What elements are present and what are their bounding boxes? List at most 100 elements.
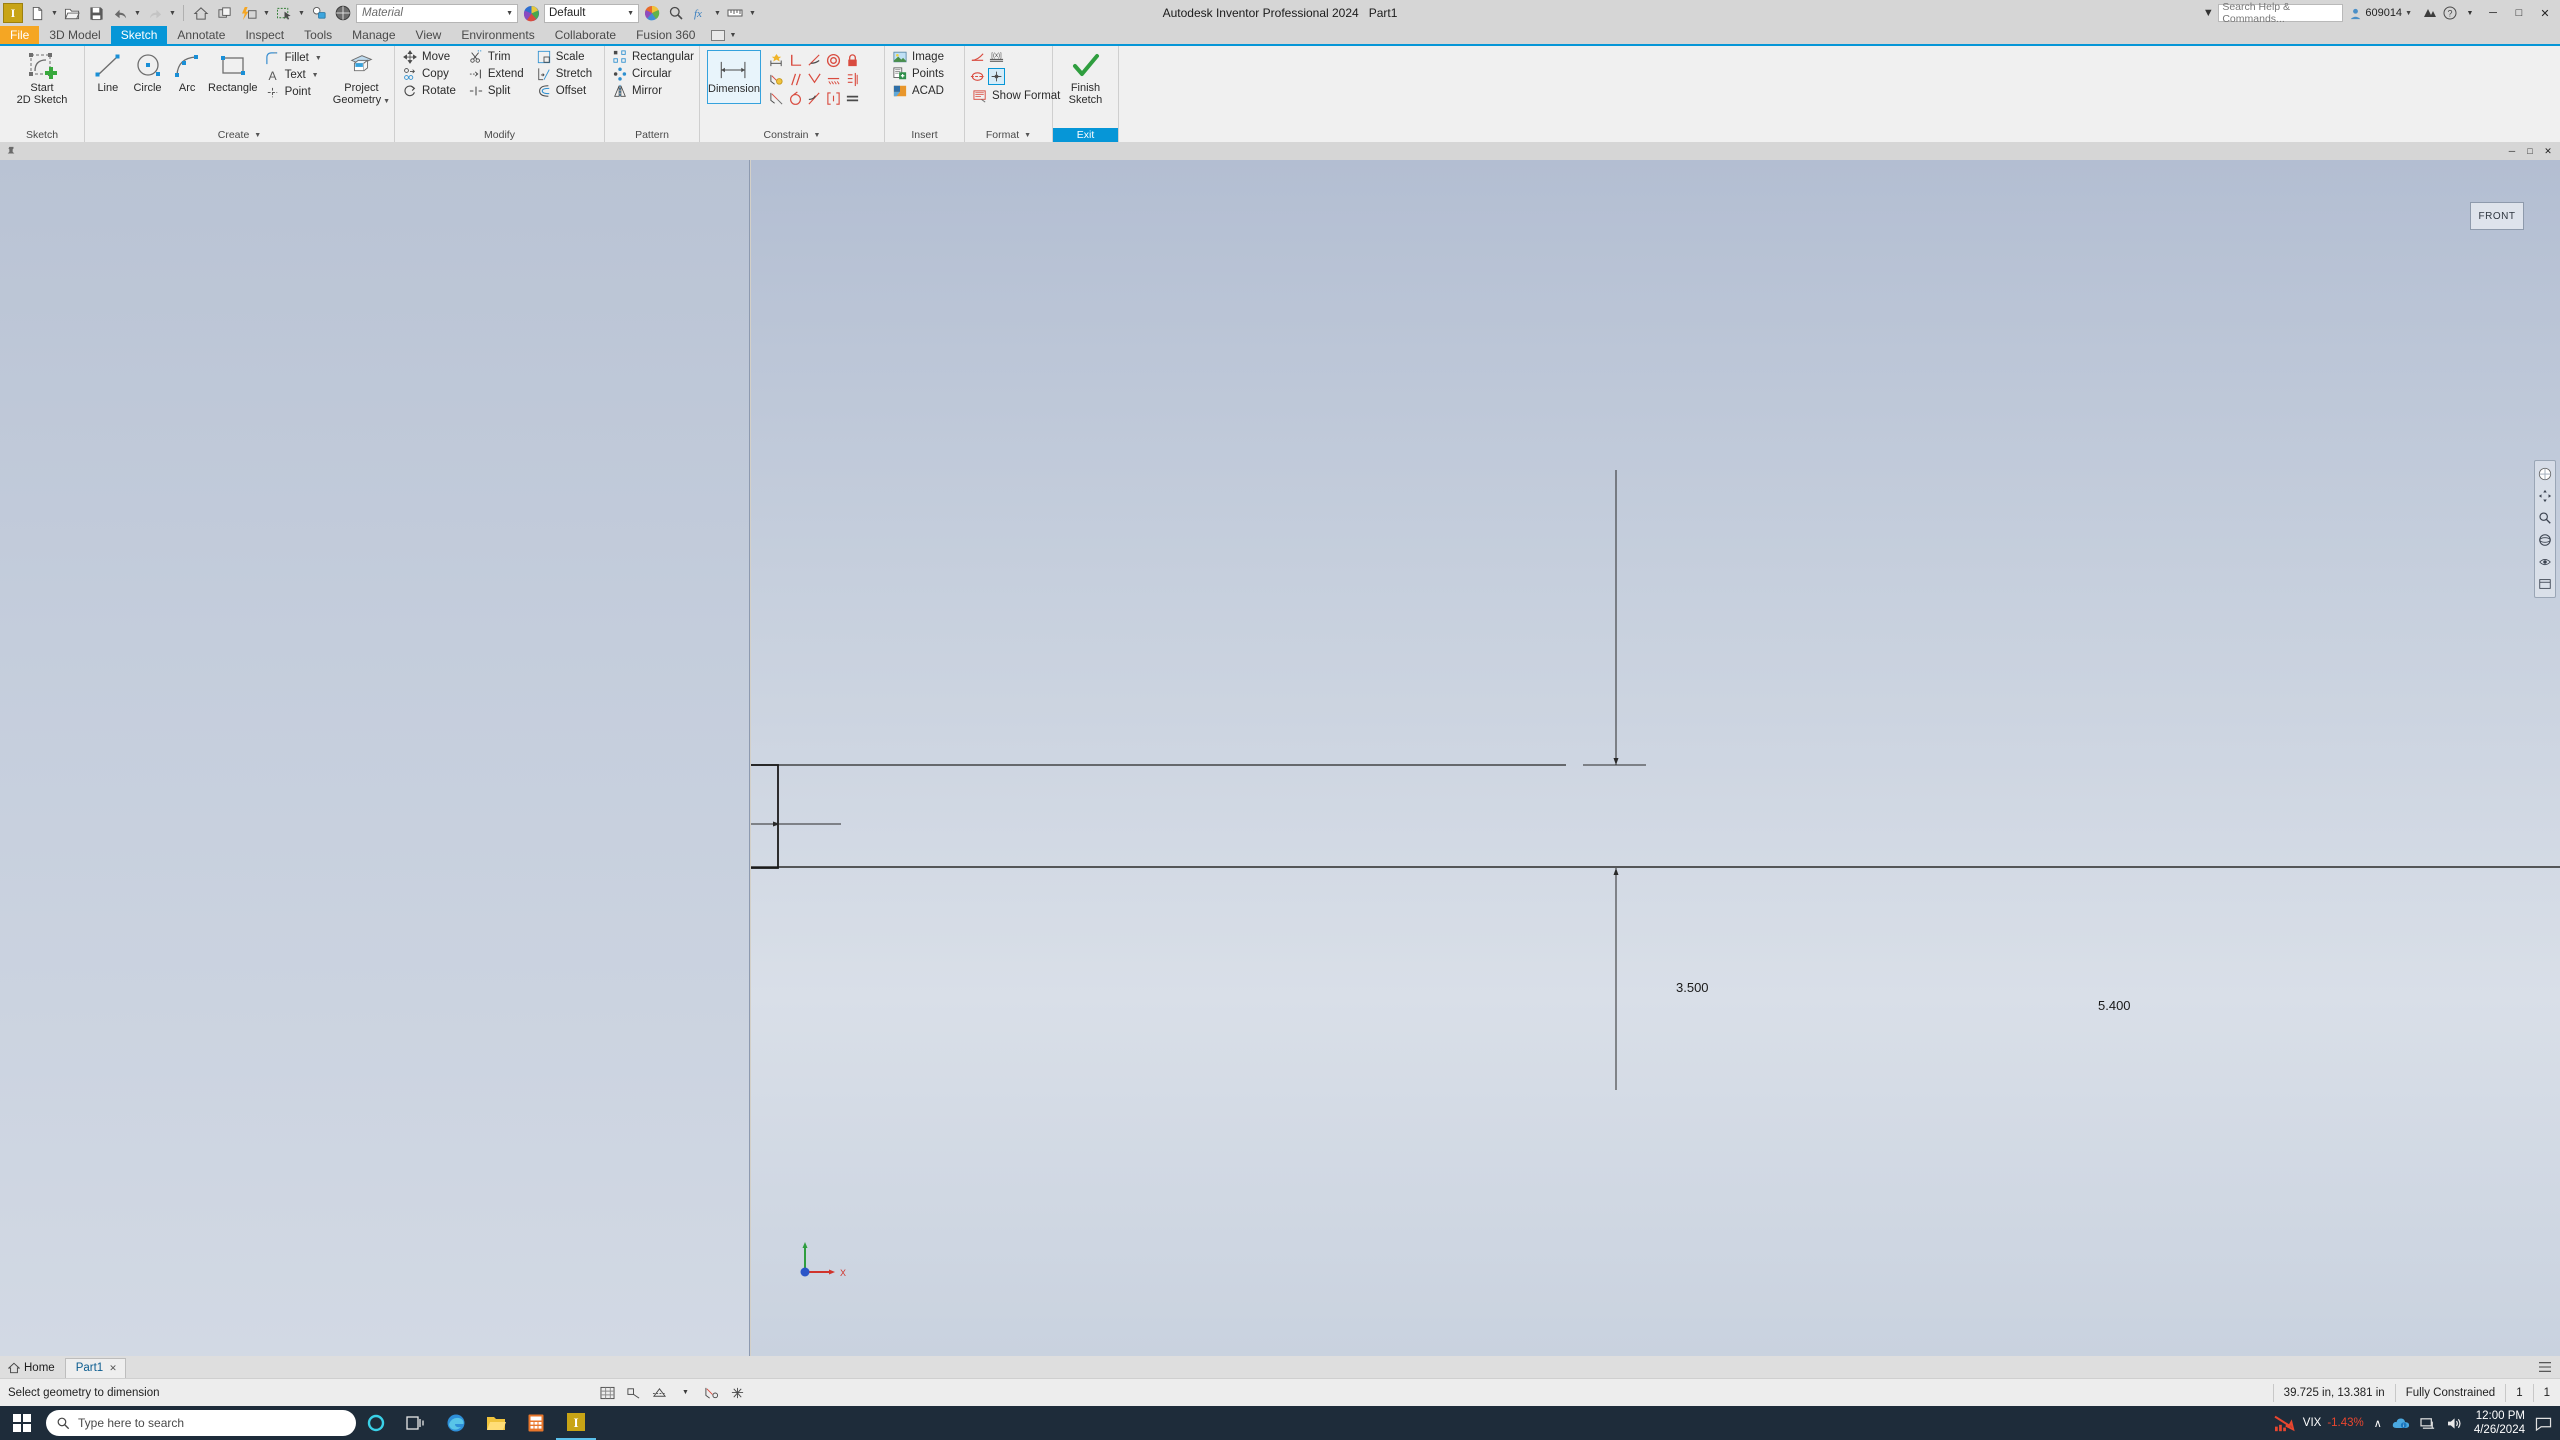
window-minimize-button[interactable]: ─ [2480, 0, 2506, 26]
coincident-icon[interactable] [806, 71, 823, 88]
user-dropdown-icon[interactable]: ▼ [2405, 10, 2412, 17]
move-button[interactable]: Move [399, 49, 459, 65]
create-panel-expand-icon[interactable]: ▼ [254, 132, 261, 139]
tab-3d-model[interactable]: 3D Model [39, 26, 110, 44]
tangent-icon[interactable] [806, 52, 823, 69]
material-selector[interactable]: Material ▼ [356, 3, 518, 23]
navigation-bar[interactable] [2534, 460, 2556, 598]
center-point-icon[interactable] [988, 68, 1005, 85]
document-tab-close-icon[interactable]: ✕ [109, 1363, 117, 1374]
circular-pattern-button[interactable]: Circular [609, 66, 697, 82]
measure-icon[interactable] [724, 2, 746, 24]
help-icon[interactable]: ? [2440, 3, 2460, 23]
grid-display-icon[interactable] [600, 1385, 616, 1401]
symmetric-icon[interactable] [844, 71, 861, 88]
tray-expand-chevron-icon[interactable]: ∧ [2374, 1417, 2382, 1430]
equal-radius-icon[interactable] [787, 90, 804, 107]
inventor-taskbar-icon[interactable]: I [556, 1406, 596, 1440]
points-button[interactable]: Points [889, 66, 947, 82]
material-dropdown-icon[interactable]: ▼ [506, 10, 513, 17]
undo-dropdown-icon[interactable]: ▼ [133, 2, 142, 24]
tab-annotate[interactable]: Annotate [167, 26, 235, 44]
perpendicular-icon[interactable] [787, 52, 804, 69]
collinear-icon[interactable] [825, 71, 842, 88]
orbit-icon[interactable] [2537, 532, 2553, 548]
help-dropdown-icon[interactable]: ▼ [2460, 3, 2480, 23]
rectangular-pattern-button[interactable]: Rectangular [609, 49, 697, 65]
calculator-icon[interactable] [516, 1406, 556, 1440]
tab-fusion-360[interactable]: Fusion 360 [626, 26, 705, 44]
pin-icon[interactable] [4, 144, 18, 158]
tab-collaborate[interactable]: Collaborate [545, 26, 626, 44]
user-account[interactable]: 609014 ▼ [2349, 7, 2412, 20]
offset-button[interactable]: Offset [533, 83, 595, 99]
rectangle-button[interactable]: Rectangle [208, 49, 258, 95]
sketch-canvas[interactable] [751, 160, 2560, 1356]
view-styles-icon[interactable] [2537, 576, 2553, 592]
notifications-icon[interactable] [2535, 1416, 2552, 1431]
concentric-icon[interactable] [825, 52, 842, 69]
tab-view[interactable]: View [406, 26, 452, 44]
tab-environments[interactable]: Environments [451, 26, 544, 44]
text-dropdown-icon[interactable]: ▼ [312, 72, 319, 79]
full-navigation-wheel-icon[interactable] [2537, 466, 2553, 482]
quick-access-toolbar[interactable]: I ▼ ▼ ▼ ▼ ▼ Material ▼ Default ▼ fx ▼ ▼ [0, 0, 757, 26]
pan-icon[interactable] [2537, 488, 2553, 504]
rotate-button[interactable]: Rotate [399, 83, 459, 99]
windows-start-icon[interactable] [0, 1406, 44, 1440]
dimension-button[interactable]: Dimension [707, 50, 761, 104]
file-explorer-icon[interactable] [476, 1406, 516, 1440]
horizontal-dimension-value[interactable]: 3.500 [1676, 980, 1709, 995]
network-icon[interactable] [2420, 1416, 2437, 1431]
model-browser-pane[interactable] [0, 160, 750, 1356]
tab-tools[interactable]: Tools [294, 26, 342, 44]
new-icon[interactable] [26, 2, 48, 24]
look-at-icon[interactable] [2537, 554, 2553, 570]
select-icon[interactable] [273, 2, 295, 24]
search-chevron-icon[interactable]: ▼ [2198, 3, 2218, 23]
material-picker-icon[interactable] [308, 2, 330, 24]
ribbon-display-dropdown-icon[interactable]: ▼ [729, 32, 736, 39]
parameters-dropdown-icon[interactable]: ▼ [713, 2, 722, 24]
stretch-button[interactable]: Stretch [533, 66, 595, 82]
appearance-color-wheel-icon[interactable] [520, 2, 542, 24]
scale-button[interactable]: Scale [533, 49, 595, 65]
show-format-button[interactable]: Show Format [969, 88, 1063, 104]
trim-button[interactable]: Trim [465, 49, 527, 65]
acad-button[interactable]: ACAD [889, 83, 947, 99]
tab-file[interactable]: File [0, 26, 40, 44]
cortana-icon[interactable] [356, 1406, 396, 1440]
snap-icon[interactable] [626, 1385, 642, 1401]
fix-icon[interactable] [825, 90, 842, 107]
construction-line-icon[interactable] [969, 49, 986, 66]
update-icon[interactable] [238, 2, 260, 24]
smooth-icon[interactable] [806, 90, 823, 107]
view-cube[interactable]: FRONT [2470, 202, 2524, 230]
graphics-window[interactable]: 3.500 5.400 FRONT X [751, 160, 2560, 1356]
fillet-dropdown-icon[interactable]: ▼ [315, 55, 322, 62]
start-2d-sketch-button[interactable]: Start 2D Sketch [4, 49, 80, 106]
return-icon[interactable] [214, 2, 236, 24]
finish-sketch-button[interactable]: Finish Sketch [1057, 49, 1114, 106]
document-maximize-button[interactable]: □ [2522, 144, 2538, 158]
redo-icon[interactable] [144, 2, 166, 24]
autodesk-account-icon[interactable] [2420, 3, 2440, 23]
image-button[interactable]: Image [889, 49, 947, 65]
task-view-icon[interactable] [396, 1406, 436, 1440]
vertical-dimension-value[interactable]: 5.400 [2098, 998, 2131, 1013]
appearance-selector[interactable]: Default ▼ [544, 3, 639, 23]
show-constraints-icon[interactable] [768, 71, 785, 88]
extend-button[interactable]: Extend [465, 66, 527, 82]
window-maximize-button[interactable]: □ [2506, 0, 2532, 26]
constraint-settings-icon[interactable] [768, 90, 785, 107]
format-panel-expand-icon[interactable]: ▼ [1024, 132, 1031, 139]
new-dropdown-icon[interactable]: ▼ [50, 2, 59, 24]
lock-icon[interactable] [844, 52, 861, 69]
split-button[interactable]: Split [465, 83, 527, 99]
tab-manage[interactable]: Manage [342, 26, 405, 44]
ribbon-display-icon[interactable] [711, 29, 726, 41]
undo-icon[interactable] [109, 2, 131, 24]
update-dropdown-icon[interactable]: ▼ [262, 2, 271, 24]
document-close-button[interactable]: ✕ [2540, 144, 2556, 158]
appearance-sphere-icon[interactable] [332, 2, 354, 24]
